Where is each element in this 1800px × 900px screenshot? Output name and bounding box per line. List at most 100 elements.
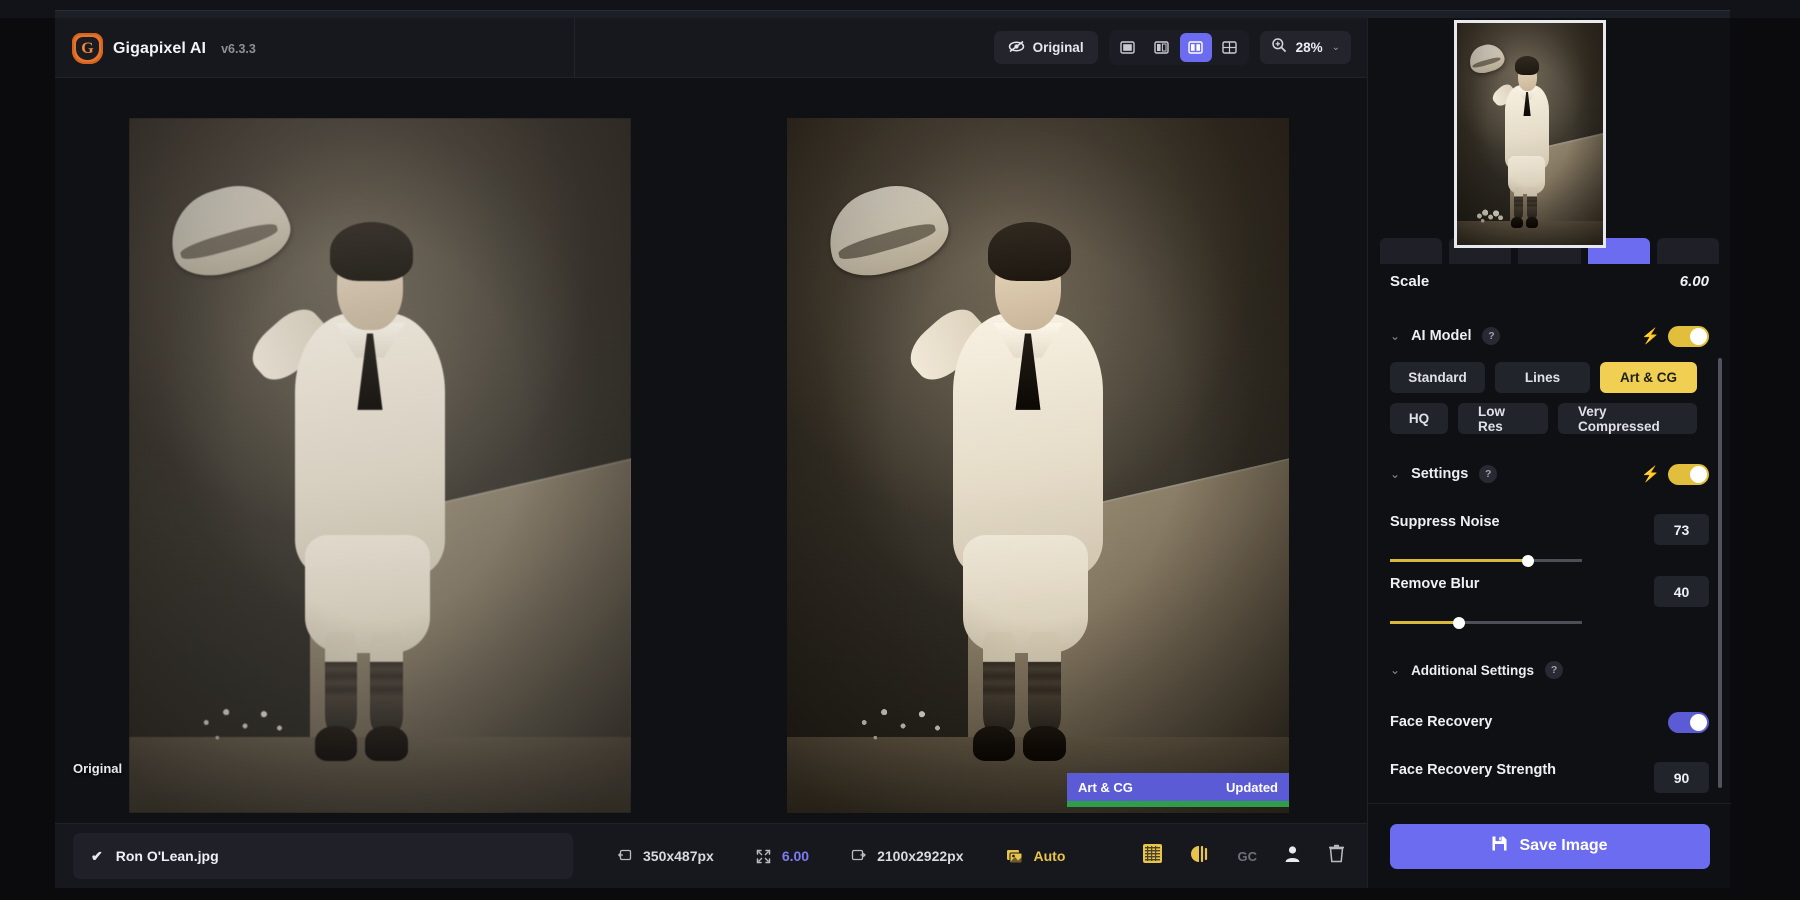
- gigapixel-ai-window: G Gigapixel AI v6.3.3: [0, 0, 1800, 900]
- import-image-icon: [617, 849, 632, 863]
- header-divider: [574, 18, 575, 78]
- result-progress-bar: [1067, 801, 1289, 807]
- help-icon[interactable]: ?: [1482, 327, 1500, 345]
- original-image-pane[interactable]: [129, 118, 631, 813]
- chevron-down-icon[interactable]: ⌄: [1332, 42, 1340, 53]
- sidebar-scrollbar[interactable]: [1718, 358, 1722, 788]
- help-icon[interactable]: ?: [1545, 661, 1563, 679]
- titlebar-strip: [55, 10, 1730, 18]
- model-option-standard[interactable]: Standard: [1390, 362, 1485, 393]
- scale-factor-value: 6.00: [782, 848, 809, 864]
- slider-knob[interactable]: [1453, 617, 1465, 629]
- result-model-label: Art & CG: [1078, 780, 1133, 795]
- model-option-hq[interactable]: HQ: [1390, 403, 1448, 434]
- image-canvas[interactable]: Original: [55, 78, 1367, 823]
- result-status-banner: Art & CG Updated: [1067, 773, 1289, 801]
- chevron-down-icon[interactable]: ⌄: [1390, 329, 1400, 343]
- slider-knob[interactable]: [1522, 555, 1534, 567]
- file-bar-actions: GC: [1142, 843, 1346, 869]
- header-tools: Original: [994, 30, 1351, 65]
- preview-photo: [787, 118, 1289, 813]
- app-brand: G Gigapixel AI v6.3.3: [72, 33, 256, 64]
- view-mode-group: [1109, 30, 1249, 65]
- navigator-photo: [1457, 23, 1603, 245]
- model-option-art-cg[interactable]: Art & CG: [1600, 362, 1697, 393]
- suppress-noise-slider[interactable]: [1390, 559, 1582, 562]
- save-bar: Save Image: [1368, 803, 1731, 888]
- original-label: Original: [1033, 40, 1084, 55]
- file-name-label: Ron O'Lean.jpg: [116, 848, 219, 864]
- gc-label: GC: [1238, 849, 1258, 864]
- face-recovery-strength-value[interactable]: 90: [1654, 762, 1709, 793]
- chevron-down-icon[interactable]: ⌄: [1390, 467, 1400, 481]
- output-size-metric: 2100x2922px: [851, 848, 963, 864]
- navigator-thumbnail[interactable]: [1454, 20, 1606, 248]
- preview-image-pane[interactable]: Art & CG Updated: [787, 118, 1289, 813]
- original-image-label: Original: [73, 761, 122, 776]
- ai-model-section-header[interactable]: ⌄ AI Model ? ⚡: [1368, 310, 1731, 362]
- magnifier-plus-icon: [1271, 37, 1287, 58]
- trash-icon[interactable]: [1328, 844, 1345, 868]
- face-recovery-strength-control: Face Recovery Strength 90: [1368, 748, 1731, 803]
- grid-pane-icon[interactable]: [1214, 33, 1246, 62]
- eye-slash-icon: [1008, 40, 1025, 56]
- settings-toggle[interactable]: [1668, 464, 1709, 485]
- slider-fill: [1390, 621, 1459, 624]
- result-status-label: Updated: [1226, 780, 1278, 795]
- gigapixel-logo-icon: G: [72, 33, 103, 64]
- remove-blur-control: Remove Blur 40: [1368, 562, 1731, 624]
- save-image-label: Save Image: [1519, 837, 1607, 855]
- single-pane-icon[interactable]: [1112, 33, 1144, 62]
- app-header: G Gigapixel AI v6.3.3: [55, 18, 1367, 78]
- suppress-noise-label: Suppress Noise: [1390, 514, 1500, 530]
- chevron-down-icon[interactable]: ⌄: [1390, 663, 1400, 677]
- halftone-grid-icon[interactable]: [1142, 843, 1163, 869]
- output-size-value: 2100x2922px: [877, 848, 963, 864]
- side-by-side-icon[interactable]: [1180, 33, 1212, 62]
- settings-section-header[interactable]: ⌄ Settings ? ⚡: [1368, 448, 1731, 500]
- suppress-noise-control: Suppress Noise 73: [1368, 500, 1731, 562]
- person-icon[interactable]: [1283, 844, 1302, 868]
- auto-image-icon: [1006, 849, 1023, 864]
- main-area: G Gigapixel AI v6.3.3: [55, 18, 1367, 888]
- save-image-button[interactable]: Save Image: [1390, 824, 1710, 869]
- remove-blur-value[interactable]: 40: [1654, 576, 1709, 607]
- app-version: v6.3.3: [221, 42, 256, 56]
- original-photo: [129, 118, 631, 813]
- split-pane-icon[interactable]: [1146, 33, 1178, 62]
- help-icon[interactable]: ?: [1479, 465, 1497, 483]
- ai-model-toggle[interactable]: [1668, 326, 1709, 347]
- settings-title: Settings: [1411, 466, 1468, 482]
- model-option-lines[interactable]: Lines: [1495, 362, 1590, 393]
- zoom-level: 28%: [1296, 40, 1323, 55]
- file-list-item[interactable]: ✔ Ron O'Lean.jpg: [73, 833, 573, 879]
- app-title: Gigapixel AI: [113, 40, 206, 58]
- floppy-disk-icon: [1491, 835, 1508, 857]
- zoom-control[interactable]: 28% ⌄: [1260, 31, 1351, 64]
- model-option-very-compressed[interactable]: Very Compressed: [1558, 403, 1697, 434]
- remove-blur-label: Remove Blur: [1390, 576, 1479, 592]
- additional-settings-section-header[interactable]: ⌄ Additional Settings ?: [1368, 644, 1731, 696]
- sidebar-content: Scale 6.00 ⌄ AI Model ? ⚡ St: [1368, 252, 1731, 803]
- lightning-bolt-icon: ⚡: [1641, 465, 1660, 483]
- contrast-split-icon[interactable]: [1189, 844, 1212, 869]
- input-size-value: 350x487px: [643, 848, 714, 864]
- face-recovery-label: Face Recovery: [1390, 714, 1492, 730]
- model-option-low-res[interactable]: Low Res: [1458, 403, 1548, 434]
- ai-model-options: Standard Lines Art & CG HQ Low Res Very …: [1368, 362, 1731, 434]
- input-size-metric: 350x487px: [617, 848, 714, 864]
- original-toggle-button[interactable]: Original: [994, 31, 1098, 64]
- app-window: G Gigapixel AI v6.3.3: [55, 18, 1730, 888]
- auto-mode-metric[interactable]: Auto: [1006, 848, 1066, 864]
- logo-letter: G: [81, 41, 93, 57]
- sidebar-scroll-region: Scale 6.00 ⌄ AI Model ? ⚡ St: [1368, 18, 1731, 803]
- export-image-icon: [851, 849, 866, 863]
- os-titlebar: [0, 0, 1800, 18]
- additional-settings-title: Additional Settings: [1411, 663, 1534, 678]
- scale-label: Scale: [1390, 273, 1429, 290]
- remove-blur-slider[interactable]: [1390, 621, 1582, 624]
- scale-row: Scale 6.00: [1368, 252, 1731, 310]
- face-recovery-toggle[interactable]: [1668, 712, 1709, 733]
- suppress-noise-value[interactable]: 73: [1654, 514, 1709, 545]
- auto-mode-label: Auto: [1034, 848, 1066, 864]
